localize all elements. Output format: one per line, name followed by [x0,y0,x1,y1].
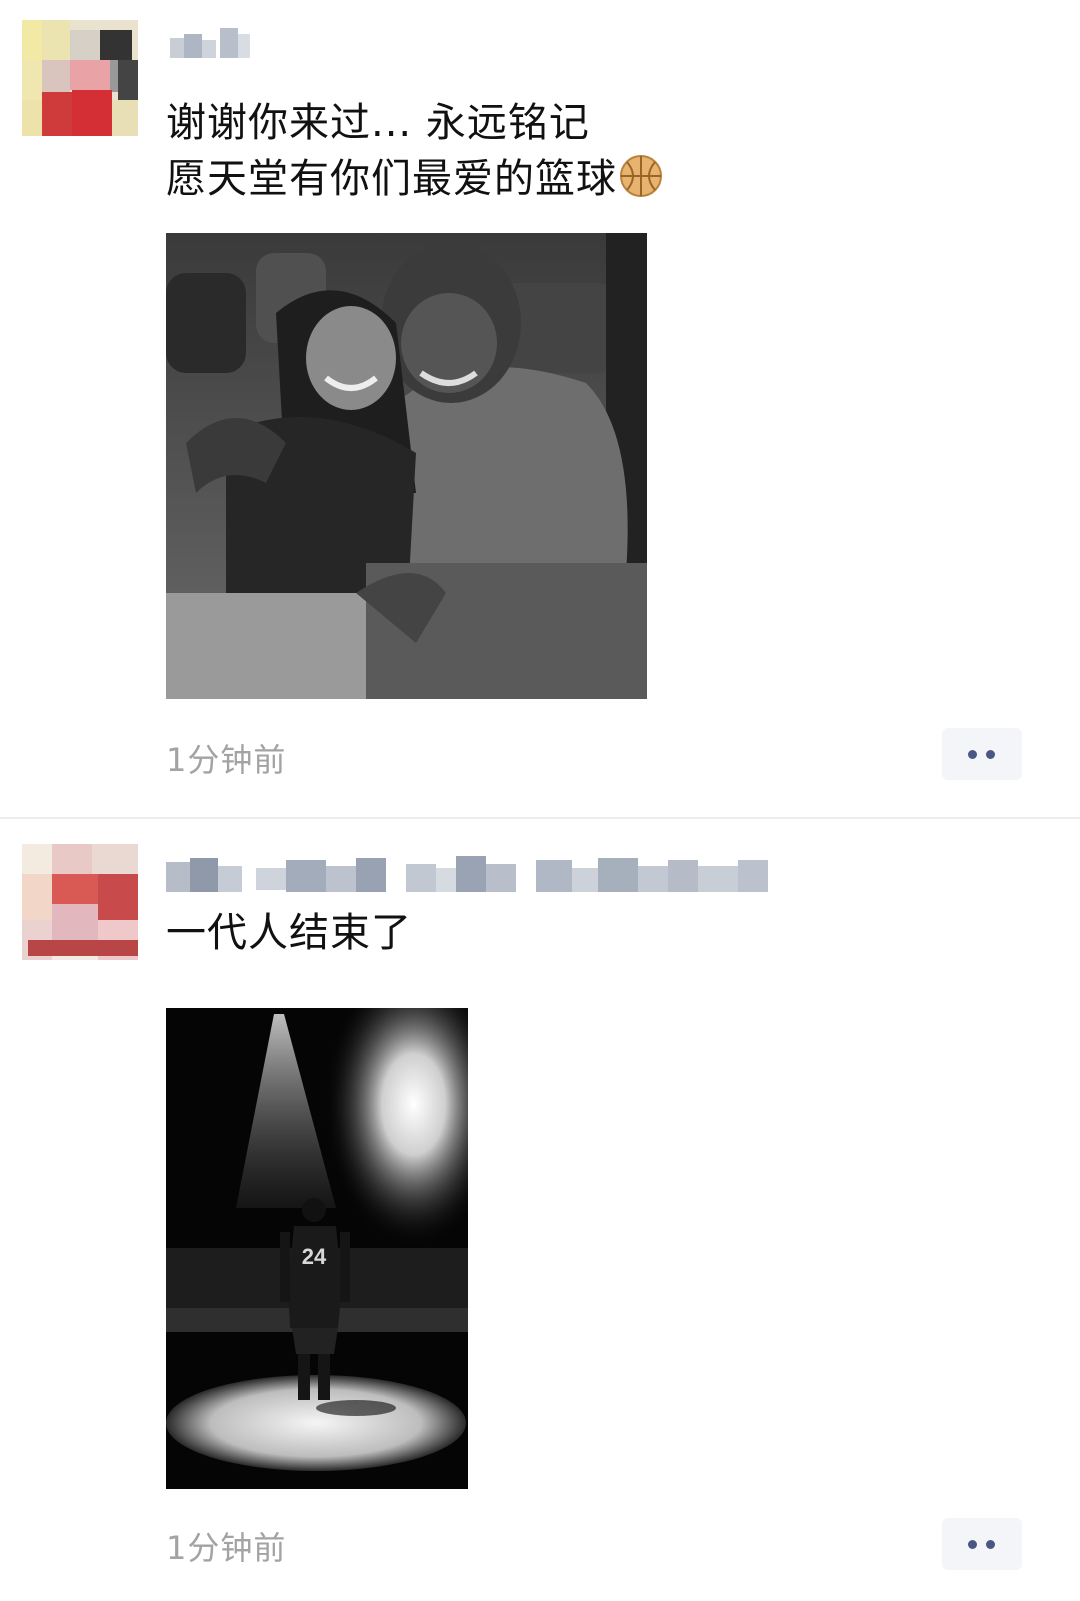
moment-post: 谢谢你来过... 永远铭记 愿天堂有你们最爱的篮球 1分钟前 [0,0,1080,817]
content-line: 谢谢你来过... 永远铭记 [166,100,590,146]
post-content: 一代人结束了 [166,905,412,961]
moment-post: 一代人结束了 24 1分钟前 [0,818,1080,1601]
avatar[interactable] [22,20,138,136]
post-photo[interactable]: 24 [166,1008,468,1489]
more-options-icon [968,750,977,759]
more-options-button[interactable] [942,728,1022,780]
basketball-icon [619,154,663,198]
post-content: 谢谢你来过... 永远铭记 愿天堂有你们最爱的篮球 [166,95,663,207]
more-options-button[interactable] [942,1518,1022,1570]
more-options-icon [968,1540,977,1549]
content-line: 愿天堂有你们最爱的篮球 [166,151,663,207]
content-line-text: 愿天堂有你们最爱的篮球 [166,156,617,202]
post-timestamp: 1分钟前 [166,741,287,779]
user-name-blurred[interactable] [166,20,266,70]
more-options-icon-dot [986,1540,995,1549]
content-line: 一代人结束了 [166,910,412,956]
more-options-icon-dot [986,750,995,759]
jersey-number: 24 [302,1244,327,1269]
avatar[interactable] [22,844,138,960]
post-timestamp: 1分钟前 [166,1529,287,1567]
post-photo[interactable] [166,233,647,699]
user-name-blurred[interactable] [166,850,786,900]
